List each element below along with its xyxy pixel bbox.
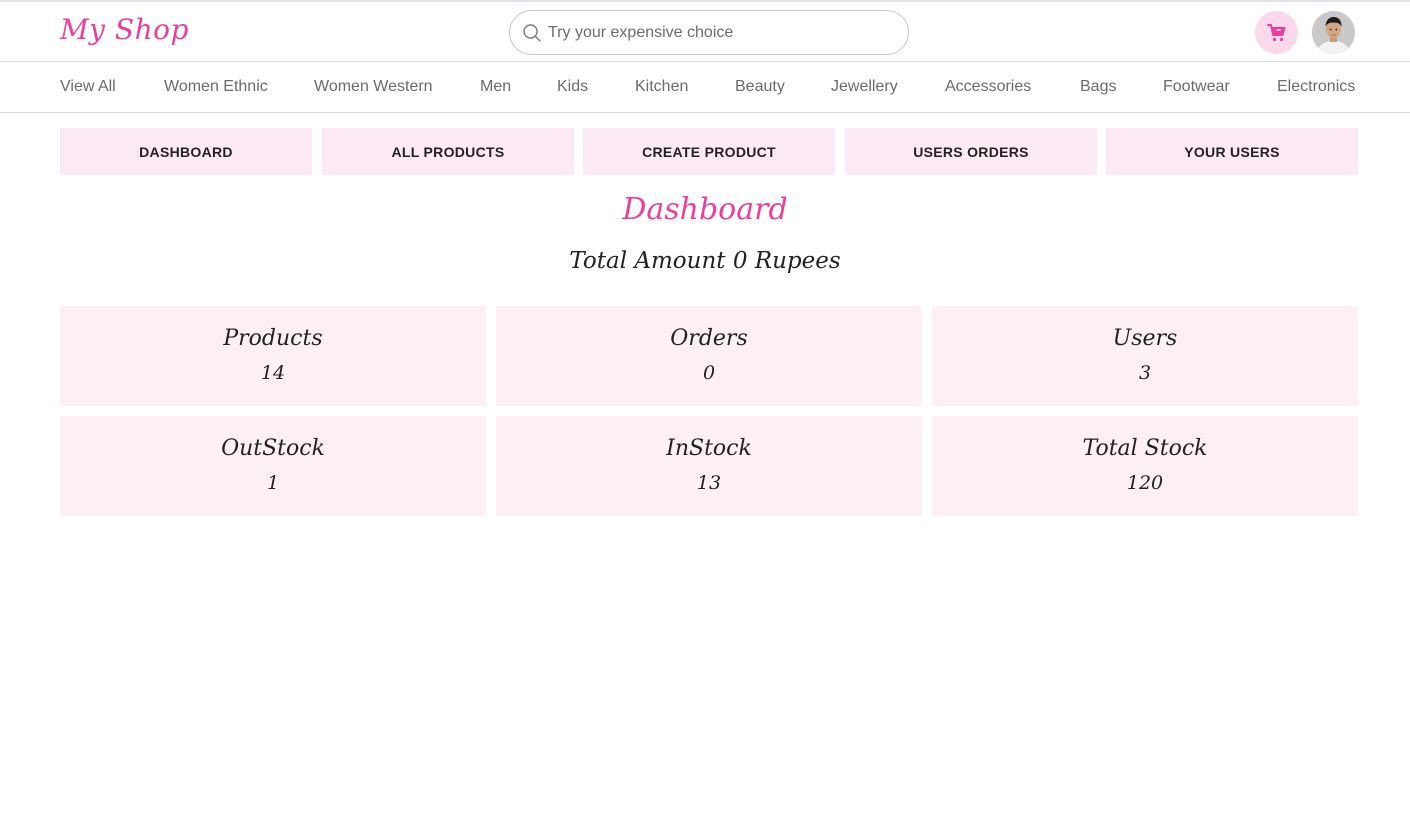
stat-value: 3 — [1138, 362, 1152, 384]
category-women-western[interactable]: Women Western — [314, 78, 433, 96]
site-header: My Shop — [0, 2, 1410, 62]
stat-label: Users — [1112, 326, 1178, 351]
stat-value: 0 — [702, 362, 716, 384]
category-kids[interactable]: Kids — [557, 78, 588, 96]
stat-card-outstock: OutStock 1 — [60, 416, 486, 516]
stat-value: 120 — [1126, 472, 1164, 494]
logo[interactable]: My Shop — [60, 13, 189, 46]
tab-create-product[interactable]: CREATE PRODUCT — [583, 128, 835, 175]
category-kitchen[interactable]: Kitchen — [635, 78, 688, 96]
cart-icon — [1266, 23, 1285, 41]
tab-users-orders[interactable]: USERS ORDERS — [845, 128, 1097, 175]
stat-value: 13 — [696, 472, 722, 494]
stat-card-total-stock: Total Stock 120 — [932, 416, 1358, 516]
admin-tabs: DASHBOARD ALL PRODUCTS CREATE PRODUCT US… — [60, 128, 1358, 175]
tab-dashboard[interactable]: DASHBOARD — [60, 128, 312, 175]
category-electronics[interactable]: Electronics — [1277, 78, 1355, 96]
category-women-ethnic[interactable]: Women Ethnic — [164, 78, 268, 96]
total-amount: Total Amount 0 Rupees — [569, 248, 841, 274]
category-footwear[interactable]: Footwear — [1163, 78, 1230, 96]
stat-value: 14 — [260, 362, 286, 384]
category-view-all[interactable]: View All — [60, 78, 116, 96]
search-bar[interactable] — [509, 10, 909, 55]
avatar[interactable] — [1312, 11, 1355, 54]
tab-your-users[interactable]: YOUR USERS — [1106, 128, 1358, 175]
stat-label: OutStock — [221, 436, 325, 461]
category-accessories[interactable]: Accessories — [945, 78, 1031, 96]
stat-card-products: Products 14 — [60, 306, 486, 406]
tab-all-products[interactable]: ALL PRODUCTS — [322, 128, 574, 175]
cart-button[interactable] — [1255, 11, 1298, 54]
search-input[interactable] — [548, 21, 888, 45]
stat-card-users: Users 3 — [932, 306, 1358, 406]
category-bags[interactable]: Bags — [1080, 78, 1116, 96]
category-jewellery[interactable]: Jewellery — [831, 78, 898, 96]
category-men[interactable]: Men — [480, 78, 511, 96]
user-photo-icon — [1312, 11, 1355, 54]
stat-label: Orders — [670, 326, 748, 351]
stat-label: InStock — [666, 436, 752, 461]
stat-card-orders: Orders 0 — [496, 306, 922, 406]
stat-label: Total Stock — [1082, 436, 1208, 461]
stat-label: Products — [223, 326, 323, 351]
page-title: Dashboard — [622, 192, 788, 227]
category-beauty[interactable]: Beauty — [735, 78, 785, 96]
category-nav: View All Women Ethnic Women Western Men … — [0, 63, 1410, 113]
stat-value: 1 — [266, 472, 280, 494]
search-icon — [523, 24, 541, 42]
stat-card-instock: InStock 13 — [496, 416, 922, 516]
